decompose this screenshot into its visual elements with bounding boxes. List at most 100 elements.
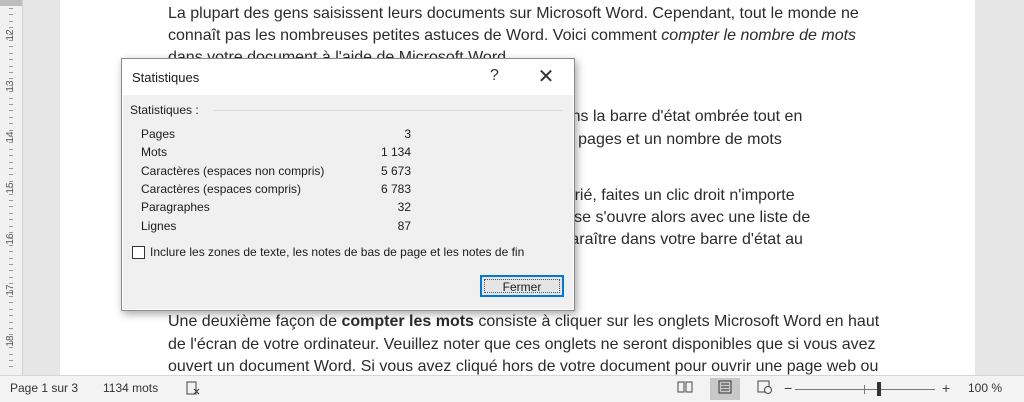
ruler-tick: [9, 200, 13, 201]
ruler-tick: [9, 366, 13, 367]
zoom-slider-track[interactable]: [795, 389, 935, 390]
stat-label: Caractères (espaces compris): [141, 181, 302, 196]
stat-row: Mots 1 134: [141, 145, 411, 163]
ruler-tick: [9, 264, 13, 265]
document-text-line[interactable]: La plupart des gens saisissent leurs doc…: [168, 5, 859, 23]
stat-row: Caractères (espaces compris) 6 783: [141, 182, 411, 200]
dialog-body: Statistiques : Pages 3 Mots 1 134 Caractères…: [123, 95, 573, 309]
ruler-tick: [9, 136, 13, 137]
ruler-tick: [9, 251, 13, 252]
ruler-tick: [9, 334, 13, 335]
ruler-tick: [9, 78, 13, 79]
group-divider: [213, 110, 563, 111]
ruler-tick: [9, 8, 13, 9]
proofing-icon[interactable]: [185, 380, 201, 399]
text-run: connaît pas les nombreuses petites astuc…: [168, 27, 662, 44]
ruler-tick: [9, 174, 13, 175]
dialog-title: Statistiques: [132, 70, 200, 85]
ruler-tick: [9, 194, 13, 195]
stat-value: 87: [397, 218, 411, 233]
print-layout-icon[interactable]: [710, 378, 740, 400]
ruler-tick: [9, 238, 13, 239]
ruler-tick: [9, 341, 13, 342]
zoom-level[interactable]: 100 %: [968, 381, 1002, 395]
text-run: compter les mots: [341, 313, 474, 330]
include-textboxes-label[interactable]: Inclure les zones de texte, les notes de…: [150, 245, 524, 259]
ruler-tick: [9, 91, 13, 92]
stat-value: 5 673: [380, 163, 411, 178]
group-label: Statistiques :: [130, 103, 199, 117]
word-count[interactable]: 1134 mots: [103, 381, 158, 395]
close-icon[interactable]: ✕: [535, 64, 557, 89]
ruler-tick: [9, 181, 13, 182]
ruler-tick: [9, 277, 13, 278]
ruler-tick: [9, 110, 13, 111]
include-textboxes-checkbox[interactable]: [132, 246, 145, 259]
ruler-tick: [9, 315, 13, 316]
zoom-in-button[interactable]: +: [942, 380, 950, 396]
stat-label: Paragraphes: [141, 200, 210, 215]
stat-label: Caractères (espaces non compris): [141, 163, 325, 178]
ruler-tick: [9, 66, 13, 67]
ruler-tick: [9, 117, 13, 118]
ruler-tick: [9, 232, 13, 233]
ruler-tick: [9, 258, 13, 259]
text-run: consiste à cliquer sur les onglets Micro…: [473, 313, 880, 330]
ruler-tick: [9, 123, 13, 124]
stat-value: 3: [404, 127, 411, 141]
ruler-tick: [9, 347, 13, 348]
ruler-tick: [9, 296, 13, 297]
ruler-tick: [9, 155, 13, 156]
ruler-tick: [9, 72, 13, 73]
stat-row: Caractères (espaces non compris) 5 673: [141, 164, 411, 182]
stat-value: 32: [397, 200, 411, 215]
document-text-line[interactable]: ouvert un document Word. Si vous avez cl…: [168, 358, 878, 376]
text-run: La plupart des gens saisissent leurs doc…: [168, 5, 859, 22]
stat-label: Lignes: [141, 218, 177, 233]
ruler-number: 16: [5, 233, 16, 245]
ruler-tick: [9, 162, 13, 163]
read-mode-icon[interactable]: [670, 378, 700, 400]
ruler-tick: [9, 27, 13, 28]
close-button[interactable]: Fermer: [480, 275, 564, 297]
web-layout-icon[interactable]: [750, 378, 780, 400]
ruler-tick: [9, 53, 13, 54]
page-count[interactable]: Page 1 sur 3: [10, 381, 78, 395]
zoom-slider-center-mark: [864, 385, 865, 394]
ruler-tick: [9, 149, 13, 150]
ruler-tick: [9, 142, 13, 143]
ruler-tick: [9, 213, 13, 214]
zoom-slider-thumb[interactable]: [877, 382, 881, 396]
ruler-margin-band: [0, 0, 22, 6]
stat-value: 6 783: [380, 181, 411, 196]
document-text-line[interactable]: Une deuxième façon de compter les mots c…: [168, 313, 879, 331]
stat-label: Mots: [141, 145, 168, 160]
ruler-tick: [9, 59, 13, 60]
ruler-tick: [9, 104, 13, 105]
document-text-line[interactable]: de l'écran de votre ordinateur. Veuillez…: [168, 336, 876, 354]
ruler-tick: [9, 302, 13, 303]
zoom-out-button[interactable]: −: [784, 380, 792, 396]
vertical-ruler: 1213141516171819: [0, 0, 23, 398]
ruler-tick: [9, 245, 13, 246]
status-bar: Page 1 sur 3 1134 mots − + 100 %: [0, 375, 1024, 402]
ruler-tick: [9, 85, 13, 86]
document-text-line[interactable]: connaît pas les nombreuses petites astuc…: [168, 27, 856, 45]
stat-row: Lignes 87: [141, 219, 411, 237]
ruler-tick: [9, 322, 13, 323]
ruler-tick: [9, 283, 13, 284]
ruler-number: 15: [5, 182, 16, 194]
ruler-tick: [9, 98, 13, 99]
focus-ring: [484, 279, 560, 293]
ruler-tick: [9, 206, 13, 207]
text-run: ouvert un document Word. Si vous avez cl…: [168, 358, 879, 375]
ruler-tick: [9, 14, 13, 15]
ruler-tick: [9, 328, 13, 329]
ruler-tick: [9, 46, 13, 47]
ruler-tick: [9, 40, 13, 41]
ruler-tick: [9, 290, 13, 291]
text-run: Une deuxième façon de: [168, 313, 342, 330]
statistics-dialog: Statistiques ? ✕ Statistiques : Pages 3 Mo…: [121, 58, 575, 311]
help-icon[interactable]: ?: [490, 67, 499, 85]
ruler-tick: [9, 168, 13, 169]
